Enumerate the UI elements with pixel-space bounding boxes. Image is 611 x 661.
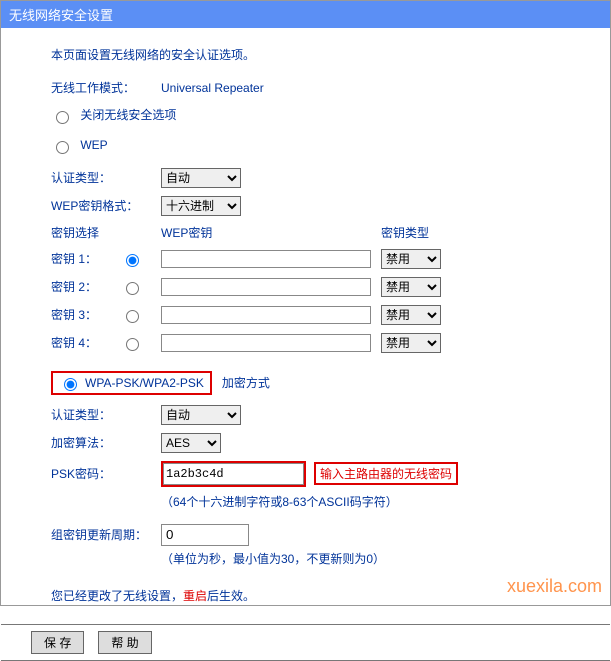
encrypt-method-label: 加密方式	[222, 374, 270, 391]
key1-radio[interactable]	[126, 254, 139, 267]
key1-input[interactable]	[161, 250, 371, 268]
col-key-type: 密钥类型	[381, 224, 451, 241]
radio-disable-security[interactable]	[56, 111, 69, 124]
group-key-input[interactable]	[161, 524, 249, 546]
auth-type-select[interactable]: 自动	[161, 168, 241, 188]
wep-format-label: WEP密钥格式：	[51, 197, 161, 214]
reboot-message: 您已经更改了无线设置，重启后生效。	[51, 587, 580, 604]
wep-label: WEP	[80, 138, 107, 152]
key4-label: 密钥 4：	[51, 334, 121, 351]
key3-type-select[interactable]: 禁用	[381, 305, 441, 325]
key3-input[interactable]	[161, 306, 371, 324]
disable-security-label: 关闭无线安全选项	[80, 108, 176, 122]
key2-type-select[interactable]: 禁用	[381, 277, 441, 297]
psk-input[interactable]	[163, 463, 304, 485]
auth2-select[interactable]: 自动	[161, 405, 241, 425]
algo-label: 加密算法：	[51, 434, 161, 451]
group-key-label: 组密钥更新周期：	[51, 526, 161, 543]
watermark: xuexila.com	[507, 576, 602, 597]
save-button[interactable]: 保 存	[31, 631, 84, 654]
key1-type-select[interactable]: 禁用	[381, 249, 441, 269]
key2-input[interactable]	[161, 278, 371, 296]
radio-wpa-psk[interactable]	[64, 378, 77, 391]
key4-type-select[interactable]: 禁用	[381, 333, 441, 353]
help-button[interactable]: 帮 助	[98, 631, 151, 654]
title-bar: 无线网络安全设置	[1, 1, 610, 28]
key1-label: 密钥 1：	[51, 250, 121, 267]
algo-select[interactable]: AES	[161, 433, 221, 453]
page-description: 本页面设置无线网络的安全认证选项。	[51, 46, 580, 63]
psk-hint: 输入主路由器的无线密码	[314, 462, 458, 485]
key4-input[interactable]	[161, 334, 371, 352]
group-key-note: （单位为秒，最小值为30，不更新则为0）	[161, 550, 580, 567]
wpa-psk-label: WPA-PSK/WPA2-PSK	[85, 376, 204, 390]
mode-label: 无线工作模式：	[51, 79, 161, 96]
key2-label: 密钥 2：	[51, 278, 121, 295]
key3-label: 密钥 3：	[51, 306, 121, 323]
key2-radio[interactable]	[126, 282, 139, 295]
psk-note: （64个十六进制字符或8-63个ASCII码字符）	[161, 493, 580, 510]
col-wep-key: WEP密钥	[161, 224, 381, 241]
mode-value: Universal Repeater	[161, 81, 264, 95]
wep-format-select[interactable]: 十六进制	[161, 196, 241, 216]
psk-label: PSK密码：	[51, 465, 161, 482]
radio-wep[interactable]	[56, 141, 69, 154]
reboot-link[interactable]: 重启	[183, 589, 207, 603]
col-key-select: 密钥选择	[51, 224, 161, 241]
key4-radio[interactable]	[126, 338, 139, 351]
key3-radio[interactable]	[126, 310, 139, 323]
auth2-label: 认证类型：	[51, 406, 161, 423]
auth-type-label: 认证类型：	[51, 169, 161, 186]
